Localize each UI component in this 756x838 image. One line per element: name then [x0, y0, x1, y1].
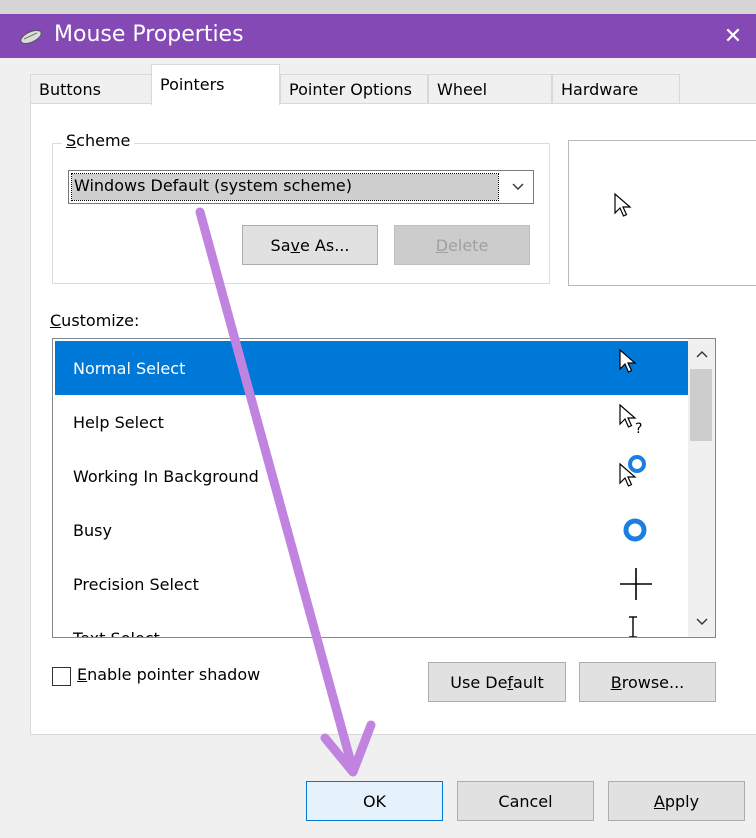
scroll-thumb[interactable]: [690, 369, 712, 441]
apply-button[interactable]: Apply: [608, 781, 745, 821]
tab-pointer-options[interactable]: Pointer Options: [280, 74, 428, 104]
tab-wheel[interactable]: Wheel: [428, 74, 552, 104]
list-item-precision-select[interactable]: Precision Select: [55, 557, 688, 611]
use-default-button[interactable]: Use De f ault: [428, 662, 566, 702]
pointer-list[interactable]: Normal Select Help Select ? Working In B…: [52, 338, 716, 638]
list-item-text-select[interactable]: Text Select: [55, 611, 688, 637]
help-pointer-icon: ?: [619, 403, 642, 437]
chevron-down-icon: [696, 618, 707, 625]
close-button[interactable]: ✕: [710, 14, 756, 58]
enable-pointer-shadow-checkbox[interactable]: [52, 667, 71, 686]
list-item-busy[interactable]: Busy: [55, 503, 688, 557]
scheme-dropdown[interactable]: Windows Default (system scheme): [68, 170, 534, 204]
tab-buttons[interactable]: Buttons: [30, 74, 152, 104]
save-as-button[interactable]: Sa v e As...: [242, 225, 378, 265]
delete-button[interactable]: Delete: [394, 225, 530, 265]
pointer-preview: [568, 140, 756, 286]
arrow-pointer-icon: [614, 193, 632, 217]
scroll-up-button[interactable]: [688, 341, 715, 367]
chevron-up-icon: [696, 351, 707, 358]
cancel-button[interactable]: Cancel: [457, 781, 594, 821]
scheme-selected-value: Windows Default (system scheme): [71, 173, 499, 201]
background-window-strip: [0, 0, 756, 14]
list-item-help-select[interactable]: Help Select ?: [55, 395, 688, 449]
customize-label: Customize:: [50, 311, 140, 330]
chevron-down-icon: [503, 171, 533, 203]
tab-hardware[interactable]: Hardware: [552, 74, 680, 104]
list-scrollbar[interactable]: [688, 339, 715, 637]
list-item-working-in-background[interactable]: Working In Background: [55, 449, 688, 503]
tab-strip: Buttons Pointers Pointer Options Wheel H…: [0, 58, 756, 105]
busy-arrow-pointer-icon: [619, 455, 646, 487]
svg-text:?: ?: [635, 421, 642, 437]
crosshair-icon: [620, 568, 652, 600]
scheme-label: Scheme: [62, 131, 135, 150]
enable-pointer-shadow-label[interactable]: Enable pointer shadow: [77, 665, 260, 684]
window-title: Mouse Properties: [54, 22, 244, 47]
ok-button[interactable]: OK: [306, 781, 443, 821]
busy-ring-icon: [623, 518, 647, 542]
arrow-pointer-icon: [619, 348, 637, 373]
ibeam-icon: [629, 616, 637, 637]
list-item-normal-select[interactable]: Normal Select: [55, 341, 688, 395]
tab-pointers[interactable]: Pointers: [151, 64, 280, 105]
title-bar: Mouse Properties ✕: [0, 14, 756, 58]
scroll-down-button[interactable]: [688, 609, 715, 635]
mouse-icon: [20, 30, 42, 44]
browse-button[interactable]: Browse...: [579, 662, 716, 702]
